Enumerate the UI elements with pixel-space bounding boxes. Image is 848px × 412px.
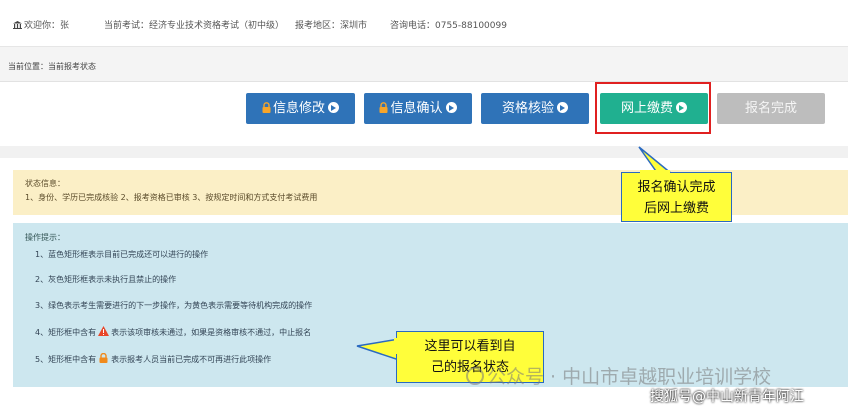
callout-pointer-cover bbox=[394, 338, 399, 354]
breadcrumb-bar bbox=[0, 47, 848, 82]
step-label: 报名完成 bbox=[744, 101, 797, 116]
callout-payment: 报名确认完成 后网上缴费 bbox=[621, 172, 732, 222]
sohu-watermark: 搜狐号@中山新青年阿江 bbox=[650, 389, 804, 405]
step-button-info-confirm[interactable]: 信息确认 bbox=[364, 93, 472, 124]
arrow-circle-icon bbox=[445, 102, 457, 113]
step-button-qualification-check[interactable]: 资格核验 bbox=[481, 93, 589, 124]
breadcrumb: 当前位置：当前报考状态 bbox=[8, 62, 96, 71]
warning-icon bbox=[98, 326, 110, 336]
top-header-bar: 欢迎你：张 当前考试：经济专业技术资格考试（初中级） 报考地区：深圳市 咨询电话… bbox=[0, 0, 848, 47]
step-label: 信息修改 bbox=[272, 101, 325, 116]
exam-region: 报考地区：深圳市 bbox=[295, 21, 368, 31]
status-text: 1、身份、学历已完成核验 2、报考资格已审核 3、按规定时间和方式支付考试费用 bbox=[25, 193, 318, 202]
ops-line-5: 5、矩形框中含有 表示报考人员当前已完成不可再进行此项操作 bbox=[35, 353, 271, 365]
ops-title: 操作提示： bbox=[25, 233, 65, 242]
callout-line: 这里可以看到自 bbox=[424, 339, 516, 354]
lock-icon bbox=[99, 353, 108, 363]
step-button-registration-complete: 报名完成 bbox=[717, 93, 825, 124]
callout-line: 报名确认完成 bbox=[637, 180, 716, 195]
ops-line-4-post: 表示该项审核未通过，如果是资格审核不通过，中止报名 bbox=[111, 328, 312, 337]
step-button-info-edit[interactable]: 信息修改 bbox=[246, 93, 355, 124]
welcome-label: 欢迎你：张 bbox=[24, 21, 70, 31]
ops-line-5-post: 表示报考人员当前已完成不可再进行此项操作 bbox=[111, 355, 272, 364]
arrow-circle-icon bbox=[328, 102, 339, 113]
ops-line-3: 3、绿色表示考生需要进行的下一步操作，为黄色表示需要等待机构完成的操作 bbox=[35, 301, 313, 310]
status-title: 状态信息： bbox=[25, 179, 65, 188]
arrow-circle-icon bbox=[557, 102, 568, 113]
lock-icon bbox=[262, 102, 271, 113]
ops-line-5-pre: 5、矩形框中含有 bbox=[35, 355, 97, 364]
step-label: 信息确认 bbox=[390, 101, 443, 116]
consult-phone: 咨询电话：0755-88100099 bbox=[390, 21, 507, 31]
step-label: 资格核验 bbox=[501, 101, 554, 116]
callout-pointer-cover bbox=[640, 170, 670, 176]
payment-highlight-box bbox=[595, 82, 711, 134]
ops-line-4-pre: 4、矩形框中含有 bbox=[35, 328, 97, 337]
ops-line-1: 1、蓝色矩形框表示目前已完成还可以进行的操作 bbox=[35, 250, 209, 259]
wechat-watermark-text: 公众号 · 中山市卓越职业培训学校 bbox=[487, 366, 772, 388]
wechat-watermark: 公众号 · 中山市卓越职业培训学校 bbox=[466, 362, 771, 389]
bank-icon bbox=[13, 21, 22, 29]
divider-band bbox=[0, 146, 848, 158]
current-exam: 当前考试：经济专业技术资格考试（初中级） bbox=[104, 21, 285, 31]
wechat-icon bbox=[466, 367, 484, 385]
ops-line-4: 4、矩形框中含有 表示该项审核未通过，如果是资格审核不通过，中止报名 bbox=[35, 326, 311, 338]
welcome-text: 欢迎你：张 bbox=[13, 18, 69, 31]
lock-icon bbox=[379, 102, 388, 113]
ops-line-2: 2、灰色矩形框表示未执行且禁止的操作 bbox=[35, 275, 177, 284]
callout-line: 后网上缴费 bbox=[643, 201, 709, 216]
